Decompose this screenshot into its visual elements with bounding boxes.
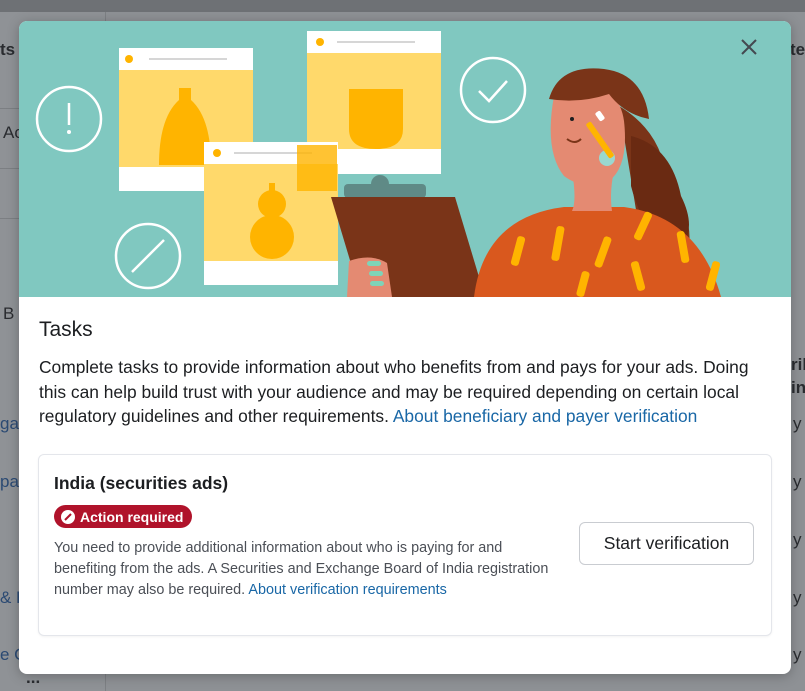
- background-text: y: [793, 588, 802, 607]
- background-link: ga: [0, 414, 19, 433]
- check-circle-icon: [459, 56, 527, 124]
- start-verification-button[interactable]: Start verification: [579, 522, 754, 565]
- background-topbar: [0, 0, 805, 12]
- background-text: y: [793, 530, 802, 549]
- divider: [0, 218, 20, 219]
- background-text: ts: [0, 40, 16, 59]
- beneficiary-payer-link[interactable]: About beneficiary and payer verification: [393, 406, 698, 426]
- hero-illustration: [19, 21, 791, 297]
- slash-circle-icon: [114, 222, 182, 290]
- dialog-title: Tasks: [39, 318, 93, 341]
- divider: [0, 108, 20, 109]
- background-text: in: [791, 378, 805, 397]
- background-link: pa: [0, 472, 19, 491]
- alert-circle-icon: [35, 85, 103, 153]
- background-text: y: [793, 414, 802, 433]
- hand: [347, 257, 392, 297]
- task-title: India (securities ads): [54, 473, 229, 493]
- ad-card-gourd: [204, 142, 338, 285]
- person: [474, 68, 721, 297]
- background-text: B: [3, 304, 15, 323]
- illustration-artwork: [35, 31, 721, 297]
- dialog-description: Complete tasks to provide information ab…: [39, 355, 779, 429]
- verification-requirements-link[interactable]: About verification requirements: [248, 582, 446, 598]
- divider: [0, 168, 20, 169]
- close-button[interactable]: [741, 39, 769, 67]
- background-text: rib: [791, 355, 805, 374]
- status-badge: Action required: [54, 505, 193, 528]
- tasks-dialog: Tasks Complete tasks to provide informat…: [19, 21, 791, 674]
- prohibited-icon: [61, 509, 75, 524]
- task-description: You need to provide additional informati…: [54, 538, 554, 600]
- background-text: y: [793, 645, 802, 664]
- badge-label: Action required: [80, 508, 184, 525]
- background-text: ted: [790, 40, 805, 59]
- background-text: y: [793, 472, 802, 491]
- task-card: India (securities ads) Action required Y…: [38, 454, 772, 636]
- close-icon: [741, 39, 757, 55]
